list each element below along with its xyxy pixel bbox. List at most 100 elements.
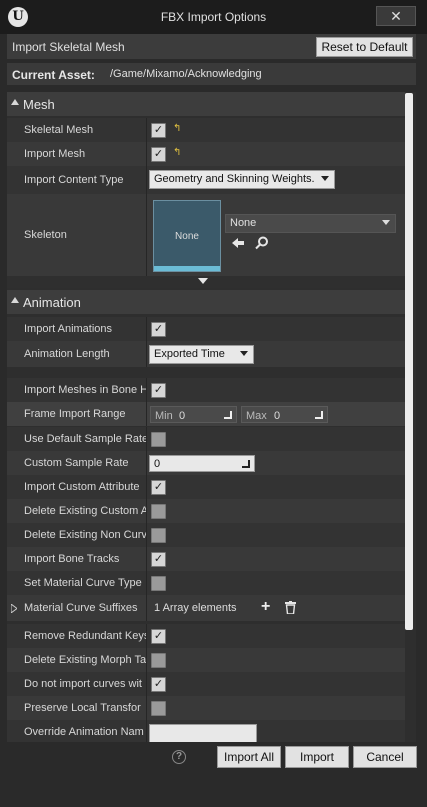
window-title: FBX Import Options	[160, 10, 267, 24]
property-label: Override Animation Nam	[24, 726, 144, 738]
close-button[interactable]: ✕	[376, 6, 416, 26]
animation-length-value: Exported Time	[154, 348, 225, 360]
property-label: Preserve Local Transfor	[24, 702, 141, 714]
animation-length-row: Animation Length Exported Time	[7, 341, 405, 367]
import-bone-tracks-checkbox[interactable]: ✓	[151, 552, 166, 567]
import-bone-tracks-row: Import Bone Tracks ✓	[7, 547, 405, 571]
thumbnail-asset-bar	[154, 266, 220, 271]
property-label: Skeletal Mesh	[24, 124, 94, 136]
use-selected-arrow-icon[interactable]	[231, 237, 245, 249]
mesh-category-header[interactable]: Mesh	[7, 92, 405, 116]
animation-category-header[interactable]: Animation	[7, 290, 405, 314]
reset-to-default-button[interactable]: Reset to Default	[316, 37, 413, 57]
property-label: Delete Existing Morph Ta	[24, 654, 147, 666]
property-label: Import Mesh	[24, 148, 86, 160]
add-element-icon[interactable]: +	[261, 598, 270, 616]
frame-range-min-field[interactable]: Min 0	[150, 406, 237, 423]
column-divider	[146, 118, 147, 142]
import-mesh-checkbox[interactable]: ✓	[151, 147, 166, 162]
remove-redundant-keys-checkbox[interactable]: ✓	[151, 629, 166, 644]
title-bar[interactable]: U FBX Import Options ✕	[0, 0, 427, 34]
custom-sample-rate-value: 0	[154, 458, 161, 470]
override-animation-name-row: Override Animation Nam	[7, 720, 405, 742]
column-divider	[146, 571, 147, 595]
current-asset-label: Current Asset:	[12, 68, 95, 82]
column-divider	[146, 499, 147, 523]
scrollbar-thumb[interactable]	[405, 93, 413, 630]
collapse-arrow-icon	[11, 99, 19, 105]
import-type-label: Import Skeletal Mesh	[12, 40, 125, 54]
skeleton-asset-picker[interactable]: None	[225, 214, 396, 233]
advanced-expander[interactable]	[7, 276, 405, 288]
trash-icon[interactable]	[285, 601, 296, 614]
column-divider	[146, 595, 147, 621]
drag-handle-icon	[242, 460, 250, 468]
details-panel: Mesh Skeletal Mesh ✓ ↰ Import Mesh ✓ ↰ I…	[7, 92, 416, 742]
delete-existing-custom-checkbox[interactable]	[151, 504, 166, 519]
skeletal-mesh-row: Skeletal Mesh ✓ ↰	[7, 118, 405, 142]
override-animation-name-input[interactable]	[149, 724, 257, 742]
column-divider	[146, 142, 147, 166]
column-divider	[146, 341, 147, 367]
chevron-down-icon	[321, 176, 329, 181]
property-label: Delete Existing Non Curv	[24, 529, 147, 541]
expand-arrow-icon[interactable]	[11, 604, 17, 613]
import-animations-checkbox[interactable]: ✓	[151, 322, 166, 337]
column-divider	[146, 523, 147, 547]
preserve-local-transform-checkbox[interactable]	[151, 701, 166, 716]
skeleton-value: None	[230, 217, 257, 229]
property-label: Do not import curves wit	[24, 678, 142, 690]
do-not-import-curves-checkbox[interactable]: ✓	[151, 677, 166, 692]
cancel-button[interactable]: Cancel	[353, 746, 417, 768]
delete-existing-morph-row: Delete Existing Morph Ta	[7, 648, 405, 672]
min-label: Min	[155, 410, 173, 422]
property-label: Import Custom Attribute	[24, 481, 140, 493]
column-divider	[146, 475, 147, 499]
set-material-curve-type-checkbox[interactable]	[151, 576, 166, 591]
column-divider	[146, 672, 147, 696]
column-divider	[146, 378, 147, 402]
import-button[interactable]: Import	[285, 746, 349, 768]
delete-existing-morph-checkbox[interactable]	[151, 653, 166, 668]
collapse-arrow-icon	[11, 297, 19, 303]
frame-import-range-row: Frame Import Range Min 0 Max 0	[7, 402, 405, 426]
property-label: Skeleton	[24, 229, 67, 241]
property-label: Custom Sample Rate	[24, 457, 129, 469]
import-mesh-row: Import Mesh ✓ ↰	[7, 142, 405, 166]
column-divider	[146, 317, 147, 341]
reset-to-default-icon[interactable]: ↰	[173, 147, 181, 158]
skeletal-mesh-checkbox[interactable]: ✓	[151, 123, 166, 138]
column-divider	[146, 166, 147, 194]
help-icon[interactable]: ?	[172, 750, 186, 764]
delete-existing-non-curve-row: Delete Existing Non Curv	[7, 523, 405, 547]
import-custom-attribute-checkbox[interactable]: ✓	[151, 480, 166, 495]
custom-sample-rate-row: Custom Sample Rate 0	[7, 451, 405, 475]
content-type-dropdown[interactable]: Geometry and Skinning Weights.	[149, 170, 335, 189]
preserve-local-transform-row: Preserve Local Transfor	[7, 696, 405, 720]
import-content-type-row: Import Content Type Geometry and Skinnin…	[7, 166, 405, 194]
property-label: Animation Length	[24, 348, 110, 360]
browse-search-icon[interactable]	[255, 236, 269, 250]
reset-to-default-icon[interactable]: ↰	[173, 123, 181, 134]
column-divider	[146, 547, 147, 571]
skeleton-thumbnail[interactable]: None	[153, 200, 221, 272]
skeleton-row: Skeleton None None	[7, 194, 405, 276]
custom-sample-rate-field[interactable]: 0	[149, 455, 255, 472]
column-divider	[146, 720, 147, 742]
import-all-button[interactable]: Import All	[217, 746, 281, 768]
min-value: 0	[179, 410, 186, 422]
import-header-row: Import Skeletal Mesh Reset to Default	[7, 34, 416, 59]
import-meshes-bone-checkbox[interactable]: ✓	[151, 383, 166, 398]
max-value: 0	[274, 410, 281, 422]
use-default-sample-rate-checkbox[interactable]	[151, 432, 166, 447]
property-label: Import Meshes in Bone H	[24, 384, 147, 396]
property-label: Import Content Type	[24, 174, 124, 186]
property-label: Material Curve Suffixes	[24, 602, 138, 614]
delete-existing-non-curve-checkbox[interactable]	[151, 528, 166, 543]
animation-length-dropdown[interactable]: Exported Time	[149, 345, 254, 364]
current-asset-row: Current Asset: /Game/Mixamo/Acknowledgin…	[7, 63, 416, 85]
fbx-import-window: U FBX Import Options ✕ Import Skeletal M…	[0, 0, 427, 807]
column-divider	[146, 696, 147, 720]
frame-range-max-field[interactable]: Max 0	[241, 406, 328, 423]
material-curve-suffixes-row[interactable]: Material Curve Suffixes 1 Array elements…	[7, 595, 405, 621]
